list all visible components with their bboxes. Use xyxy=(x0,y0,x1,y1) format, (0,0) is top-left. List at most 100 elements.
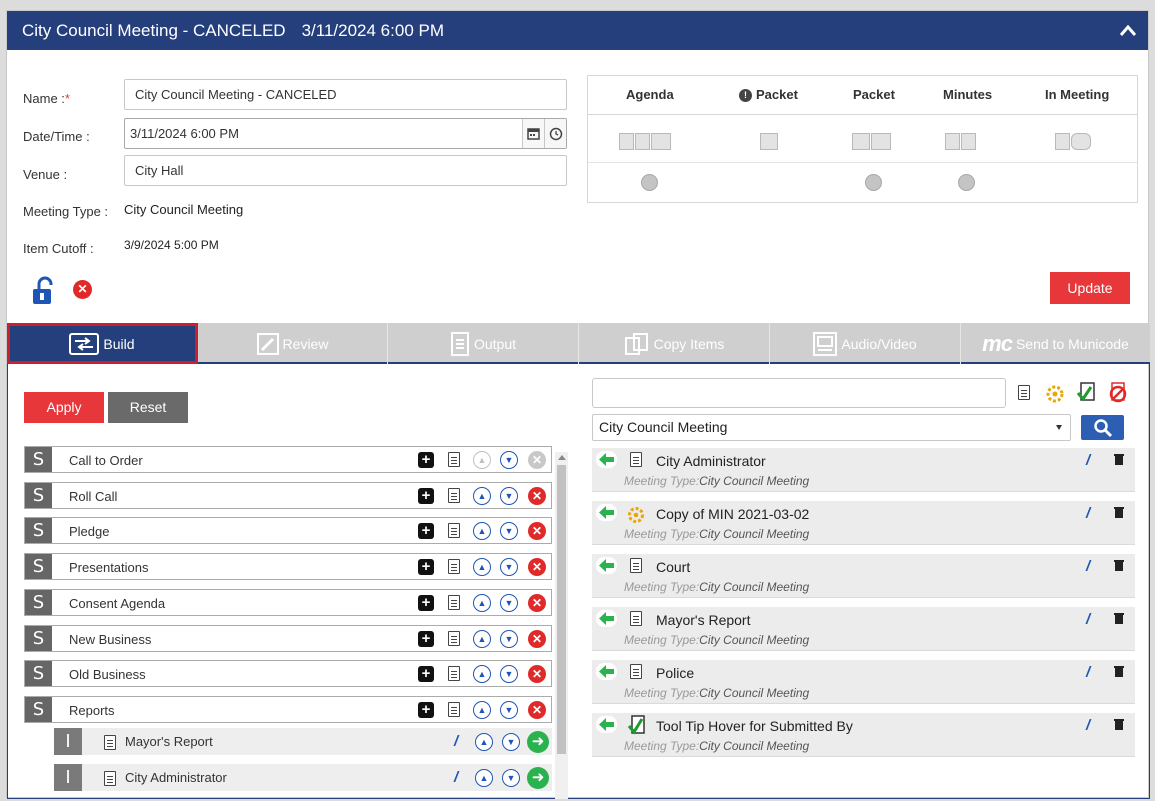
library-item-card[interactable]: Mayor's Report / Meeting Type:City Counc… xyxy=(592,607,1135,651)
move-down-icon[interactable]: ▼ xyxy=(502,769,520,787)
move-up-icon[interactable]: ▲ xyxy=(473,630,491,648)
agenda-file-icons[interactable] xyxy=(619,133,672,151)
packet-info-file-icons[interactable] xyxy=(760,133,779,151)
move-down-icon[interactable]: ▼ xyxy=(500,630,518,648)
move-down-icon[interactable]: ▼ xyxy=(500,451,518,469)
document-icon[interactable] xyxy=(448,523,460,538)
add-item-icon[interactable]: + xyxy=(418,452,434,468)
document-icon[interactable] xyxy=(448,488,460,503)
globe-icon[interactable] xyxy=(958,174,975,191)
item-row[interactable]: I Mayor's Report / ▲ ▼ ➜ xyxy=(54,728,552,755)
packet-book-icon[interactable] xyxy=(852,133,870,151)
document-icon[interactable] xyxy=(448,595,460,610)
gear-document-icon[interactable] xyxy=(1044,382,1066,404)
trash-icon[interactable] xyxy=(1114,453,1124,465)
move-left-arrow-icon[interactable] xyxy=(596,716,617,733)
new-item-document-icon[interactable] xyxy=(1018,384,1030,402)
unlock-icon[interactable] xyxy=(31,276,57,306)
move-down-icon[interactable]: ▼ xyxy=(500,522,518,540)
delete-icon[interactable]: ✕ xyxy=(528,701,546,719)
move-up-icon[interactable]: ▲ xyxy=(473,487,491,505)
section-row[interactable]: S Reports + ▲ ▼ ✕ xyxy=(24,696,552,723)
move-down-icon[interactable]: ▼ xyxy=(500,558,518,576)
library-item-card[interactable]: Tool Tip Hover for Submitted By / Meetin… xyxy=(592,713,1135,757)
section-row[interactable]: S Roll Call + ▲ ▼ ✕ xyxy=(24,482,552,509)
edit-pencil-icon[interactable]: / xyxy=(1086,717,1096,735)
move-down-icon[interactable]: ▼ xyxy=(500,701,518,719)
edit-pencil-icon[interactable]: / xyxy=(1086,664,1096,682)
edit-pencil-icon[interactable]: / xyxy=(1086,505,1096,523)
library-search-input[interactable] xyxy=(592,378,1006,408)
reset-button[interactable]: Reset xyxy=(108,392,188,423)
html-doc-icon[interactable] xyxy=(651,133,671,151)
name-input[interactable]: City Council Meeting - CANCELED xyxy=(124,79,567,110)
tab-audio-video[interactable]: Audio/Video xyxy=(770,323,961,364)
section-row[interactable]: S Call to Order + ▲ ▼ ✕ xyxy=(24,446,552,473)
move-up-icon[interactable]: ▲ xyxy=(473,522,491,540)
document-icon[interactable] xyxy=(448,452,460,467)
meeting-type-select[interactable]: City Council Meeting xyxy=(592,414,1071,441)
minutes-file-icons[interactable] xyxy=(945,133,977,151)
packet-book-icon[interactable] xyxy=(760,133,778,151)
move-right-arrow-icon[interactable]: ➜ xyxy=(527,767,549,789)
section-row[interactable]: S New Business + ▲ ▼ ✕ xyxy=(24,625,552,652)
library-item-card[interactable]: Police / Meeting Type:City Council Meeti… xyxy=(592,660,1135,704)
venue-input[interactable]: City Hall xyxy=(124,155,567,186)
packet-file-icons[interactable] xyxy=(852,133,892,151)
calendar-icon[interactable] xyxy=(522,119,544,148)
item-row[interactable]: I City Administrator / ▲ ▼ ➜ xyxy=(54,764,552,791)
checklist-icon[interactable] xyxy=(1055,133,1070,151)
tab-build[interactable]: Build xyxy=(7,323,198,364)
update-button[interactable]: Update xyxy=(1050,272,1130,304)
move-up-icon[interactable]: ▲ xyxy=(475,733,493,751)
move-left-arrow-icon[interactable] xyxy=(596,504,617,521)
add-item-icon[interactable]: + xyxy=(418,488,434,504)
trash-icon[interactable] xyxy=(1114,559,1124,571)
move-right-arrow-icon[interactable]: ➜ xyxy=(527,731,549,753)
word-doc-icon[interactable] xyxy=(619,133,634,151)
delete-icon[interactable]: ✕ xyxy=(528,594,546,612)
section-row[interactable]: S Presentations + ▲ ▼ ✕ xyxy=(24,553,552,580)
move-down-icon[interactable]: ▼ xyxy=(500,487,518,505)
meeting-header[interactable]: City Council Meeting - CANCELED 3/11/2024… xyxy=(7,11,1148,50)
library-item-card[interactable]: Court / Meeting Type:City Council Meetin… xyxy=(592,554,1135,598)
trash-icon[interactable] xyxy=(1114,718,1124,730)
move-down-icon[interactable]: ▼ xyxy=(500,594,518,612)
delete-icon[interactable]: ✕ xyxy=(528,665,546,683)
add-item-icon[interactable]: + xyxy=(418,666,434,682)
move-left-arrow-icon[interactable] xyxy=(596,663,617,680)
clock-icon[interactable] xyxy=(544,119,566,148)
edit-pencil-icon[interactable]: / xyxy=(1086,611,1096,629)
datetime-input[interactable]: 3/11/2024 6:00 PM xyxy=(124,118,567,149)
pdf-doc-icon[interactable] xyxy=(635,133,650,151)
add-item-icon[interactable]: + xyxy=(418,702,434,718)
agenda-scrollbar[interactable] xyxy=(555,452,568,799)
document-icon[interactable] xyxy=(448,666,460,681)
in-meeting-icons[interactable] xyxy=(1055,133,1092,151)
globe-icon[interactable] xyxy=(865,174,882,191)
tab-copy-items[interactable]: Copy Items xyxy=(579,323,770,364)
move-left-arrow-icon[interactable] xyxy=(596,451,617,468)
document-icon[interactable] xyxy=(448,559,460,574)
move-up-icon[interactable]: ▲ xyxy=(473,451,491,469)
library-item-card[interactable]: City Administrator / Meeting Type:City C… xyxy=(592,448,1135,492)
section-row[interactable]: S Consent Agenda + ▲ ▼ ✕ xyxy=(24,589,552,616)
edit-pencil-icon[interactable]: / xyxy=(1086,558,1096,576)
edit-pencil-icon[interactable]: / xyxy=(454,733,464,751)
tab-output[interactable]: Output xyxy=(388,323,579,364)
move-left-arrow-icon[interactable] xyxy=(596,557,617,574)
delete-meeting-icon[interactable]: ✕ xyxy=(73,280,92,299)
move-up-icon[interactable]: ▲ xyxy=(473,665,491,683)
move-up-icon[interactable]: ▲ xyxy=(473,701,491,719)
cancelled-document-icon[interactable] xyxy=(1107,381,1129,403)
chevron-up-icon[interactable] xyxy=(1118,21,1138,41)
add-item-icon[interactable]: + xyxy=(418,631,434,647)
add-item-icon[interactable]: + xyxy=(418,595,434,611)
move-left-arrow-icon[interactable] xyxy=(596,610,617,627)
delete-icon[interactable]: ✕ xyxy=(528,630,546,648)
approved-document-icon[interactable] xyxy=(1076,381,1098,403)
delete-icon[interactable]: ✕ xyxy=(528,522,546,540)
move-up-icon[interactable]: ▲ xyxy=(475,769,493,787)
library-search-button[interactable] xyxy=(1081,415,1124,440)
delete-icon[interactable]: ✕ xyxy=(528,451,546,469)
